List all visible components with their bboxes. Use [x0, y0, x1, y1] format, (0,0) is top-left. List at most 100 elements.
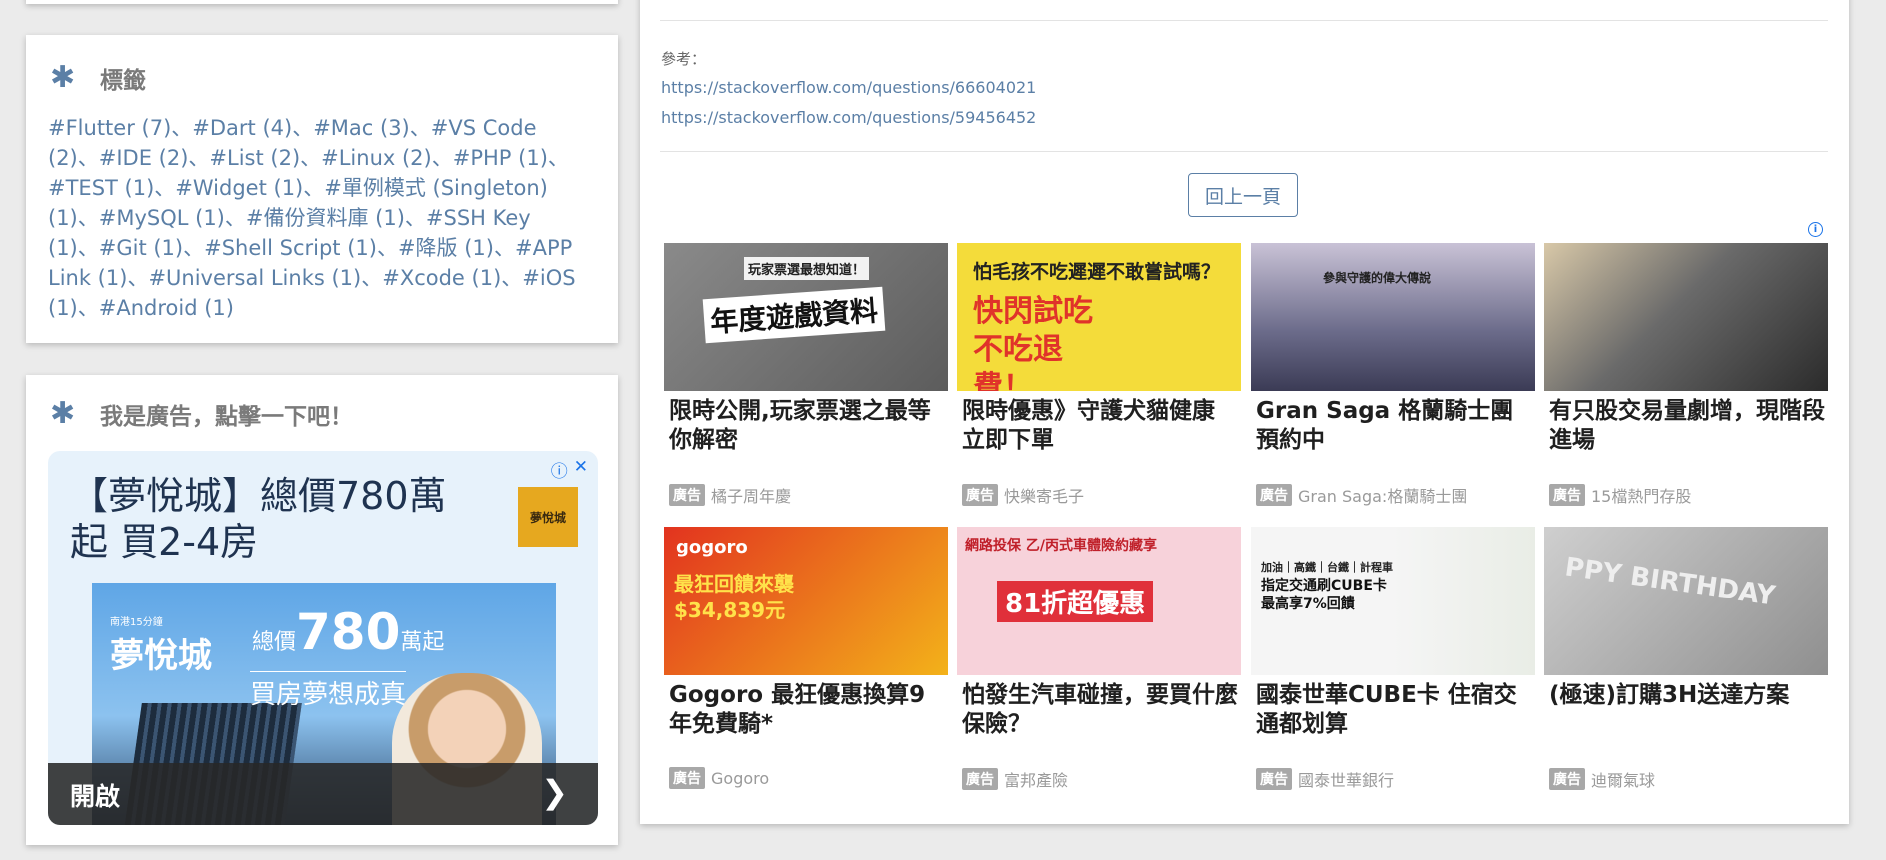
ad-title[interactable]: Gogoro 最狂優惠換算9年免費騎* — [669, 681, 947, 739]
ad-tile[interactable]: 玩家票選最想知道！ 年度遊戲資料 限時公開,玩家票選之最等你解密 廣告 橘子周年慶 — [664, 243, 948, 507]
ad-thumb[interactable]: 加油｜高鐵｜台鐵｜計程車 指定交通刷CUBE卡 最高享7%回饋 — [1251, 527, 1535, 675]
price-prefix: 總價 — [252, 630, 297, 655]
ad-tile[interactable]: 參與守護的偉大傳說 Gran Saga 格蘭騎士團 預約中 廣告 Gran Sag… — [1251, 243, 1535, 506]
tag-separator: 、 — [431, 146, 453, 170]
ad-open-bar[interactable]: 開啟 ❯ — [48, 763, 598, 825]
ad-headline[interactable]: 【夢悅城】總價780萬起 買2-4房 — [70, 473, 470, 565]
tag-separator: 、 — [300, 146, 322, 170]
tag-link[interactable]: #Git (1) — [99, 236, 183, 260]
ad-image-price: 總價780萬起 — [252, 603, 444, 661]
tag-link[interactable]: #IDE (2) — [99, 146, 189, 170]
thumb-sub: 玩家票選最想知道！ — [744, 257, 870, 280]
chevron-right-icon[interactable]: ❯ — [541, 773, 568, 811]
tag-link[interactable]: #降版 (1) — [398, 236, 494, 260]
thumb-sub: 加油｜高鐵｜台鐵｜計程車 — [1261, 561, 1393, 574]
ad-title[interactable]: 怕發生汽車碰撞，要買什麼保險？ — [962, 681, 1240, 739]
thumb-main: 年度遊戲資料 — [702, 286, 886, 344]
tag-separator: 、 — [292, 116, 314, 140]
divider-top — [660, 20, 1828, 21]
ad-thumb[interactable]: 網路投保 乙/丙式車體險約藏享 81折超優惠 — [957, 527, 1241, 675]
tag-link[interactable]: #Dart (4) — [192, 116, 292, 140]
ad-badge: 廣告 — [1549, 768, 1585, 790]
tag-link[interactable]: #Universal Links (1) — [148, 266, 361, 290]
thumb-sub: 參與守護的偉大傳說 — [1323, 271, 1432, 285]
ad-thumb[interactable] — [1544, 243, 1828, 391]
ad-tile[interactable]: 怕毛孩不吃遲遲不敢嘗試嗎？ 快閃試吃 不吃退費！ 限時優惠》守護犬貓健康 立即下… — [957, 243, 1241, 507]
tag-separator: 、 — [171, 116, 193, 140]
previous-widget-card — [26, 0, 618, 4]
tag-separator: 、 — [501, 266, 523, 290]
ad-thumb[interactable]: 怕毛孩不吃遲遲不敢嘗試嗎？ 快閃試吃 不吃退費！ — [957, 243, 1241, 391]
ad-source: 快樂寄毛子 — [1004, 487, 1085, 506]
ad-source: 國泰世華銀行 — [1298, 771, 1395, 790]
ad-title[interactable]: 限時優惠》守護犬貓健康 立即下單 — [962, 397, 1240, 455]
ad-meta: 廣告 橘子周年慶 — [669, 483, 791, 507]
ad-creative[interactable]: ⓘ ✕ 【夢悅城】總價780萬起 買2-4房 夢悅城 南港15分鐘 夢悅城 總價… — [48, 451, 598, 825]
ad-source: 15檔熱門存股 — [1591, 487, 1692, 506]
tags-widget-title: ✱ 標籤 — [50, 61, 146, 95]
ad-title[interactable]: 限時公開,玩家票選之最等你解密 — [669, 397, 947, 455]
tag-link[interactable]: #Linux (2) — [321, 146, 432, 170]
ad-tile[interactable]: gogoro 最狂回饋來襲 $34,839元 Gogoro 最狂優惠換算9年免費… — [664, 527, 948, 789]
ad-title[interactable]: (極速)訂購3H送達方案 — [1549, 681, 1827, 710]
tag-link[interactable]: #List (2) — [209, 146, 300, 170]
ad-source: 富邦產險 — [1004, 771, 1069, 790]
ad-meta: 廣告 Gogoro — [669, 767, 769, 789]
ad-tile[interactable]: 有只股交易量劇增，現階段進場 廣告 15檔熱門存股 — [1544, 243, 1828, 506]
ad-source: 迪爾氣球 — [1591, 771, 1656, 790]
tag-link[interactable]: #Android (1) — [99, 296, 234, 320]
tag-link[interactable]: #Widget (1) — [175, 176, 303, 200]
ad-choices[interactable]: ⓘ ✕ — [551, 457, 588, 482]
info-icon[interactable]: ⓘ — [551, 457, 568, 482]
back-button[interactable]: 回上一頁 — [1188, 173, 1298, 217]
ad-thumb[interactable]: 參與守護的偉大傳說 — [1251, 243, 1535, 391]
ad-logo: 夢悅城 — [518, 487, 578, 547]
adchoices-info-icon[interactable]: i — [1808, 222, 1823, 237]
ad-badge: 廣告 — [1549, 484, 1585, 506]
reference-label: 參考： — [661, 50, 707, 68]
ad-meta: 廣告 快樂寄毛子 — [962, 483, 1084, 507]
tag-link[interactable]: #Flutter (7) — [48, 116, 171, 140]
tag-separator: 、 — [376, 236, 398, 260]
ad-thumb[interactable]: 玩家票選最想知道！ 年度遊戲資料 — [664, 243, 948, 391]
thumb-main: 最狂回饋來襲 $34,839元 — [674, 572, 794, 622]
tag-separator: 、 — [303, 176, 325, 200]
tag-link[interactable]: #Shell Script (1) — [204, 236, 377, 260]
tag-link[interactable]: #MySQL (1) — [99, 206, 225, 230]
ad-thumb[interactable]: gogoro 最狂回饋來襲 $34,839元 — [664, 527, 948, 675]
tag-separator: 、 — [361, 266, 383, 290]
ad-tile[interactable]: 網路投保 乙/丙式車體險約藏享 81折超優惠 怕發生汽車碰撞，要買什麼保險？ 廣… — [957, 527, 1241, 790]
ad-source: Gogoro — [711, 768, 770, 788]
ad-source: Gran Saga:格蘭騎士團 — [1298, 487, 1468, 506]
reference-link-1[interactable]: https://stackoverflow.com/questions/6660… — [661, 78, 1036, 97]
ad-badge: 廣告 — [962, 768, 998, 790]
thumb-sub: gogoro — [676, 537, 748, 558]
ad-badge: 廣告 — [669, 484, 705, 506]
thumb-sub: 網路投保 乙/丙式車體險約藏享 — [965, 538, 1157, 554]
tag-link[interactable]: #備份資料庫 (1) — [246, 206, 405, 230]
ad-title[interactable]: 國泰世華CUBE卡 住宿交通都划算 — [1256, 681, 1534, 739]
ad-badge: 廣告 — [1256, 768, 1292, 790]
tags-title-text: 標籤 — [100, 68, 146, 94]
ad-tile[interactable]: PPY BIRTHDAY (極速)訂購3H送達方案 廣告 迪爾氣球 — [1544, 527, 1828, 791]
ad-thumb[interactable]: PPY BIRTHDAY — [1544, 527, 1828, 675]
tag-link[interactable]: #PHP (1) — [453, 146, 548, 170]
tag-separator: 、 — [77, 206, 99, 230]
ad-image-brand-text: 夢悅城 — [110, 636, 212, 676]
tag-separator: 、 — [188, 146, 210, 170]
tag-link[interactable]: #Mac (3) — [313, 116, 410, 140]
ad-widget: ✱ 我是廣告，點擊一下吧！ ⓘ ✕ 【夢悅城】總價780萬起 買2-4房 夢悅城… — [26, 375, 618, 845]
close-icon[interactable]: ✕ — [574, 457, 588, 482]
open-button-label[interactable]: 開啟 — [70, 777, 120, 813]
ad-title[interactable]: 有只股交易量劇增，現階段進場 — [1549, 397, 1827, 455]
tag-link[interactable]: #TEST (1) — [48, 176, 154, 200]
reference-link-2[interactable]: https://stackoverflow.com/questions/5945… — [661, 108, 1036, 127]
ad-tile[interactable]: 加油｜高鐵｜台鐵｜計程車 指定交通刷CUBE卡 最高享7%回饋 國泰世華CUBE… — [1251, 527, 1535, 790]
asterisk-icon: ✱ — [50, 60, 76, 95]
ad-meta: 廣告 迪爾氣球 — [1549, 767, 1655, 791]
tag-separator: 、 — [224, 206, 246, 230]
ad-badge: 廣告 — [962, 484, 998, 506]
ad-title[interactable]: Gran Saga 格蘭騎士團 預約中 — [1256, 397, 1534, 455]
tag-link[interactable]: #Xcode (1) — [382, 266, 501, 290]
tag-separator: 、 — [409, 116, 431, 140]
